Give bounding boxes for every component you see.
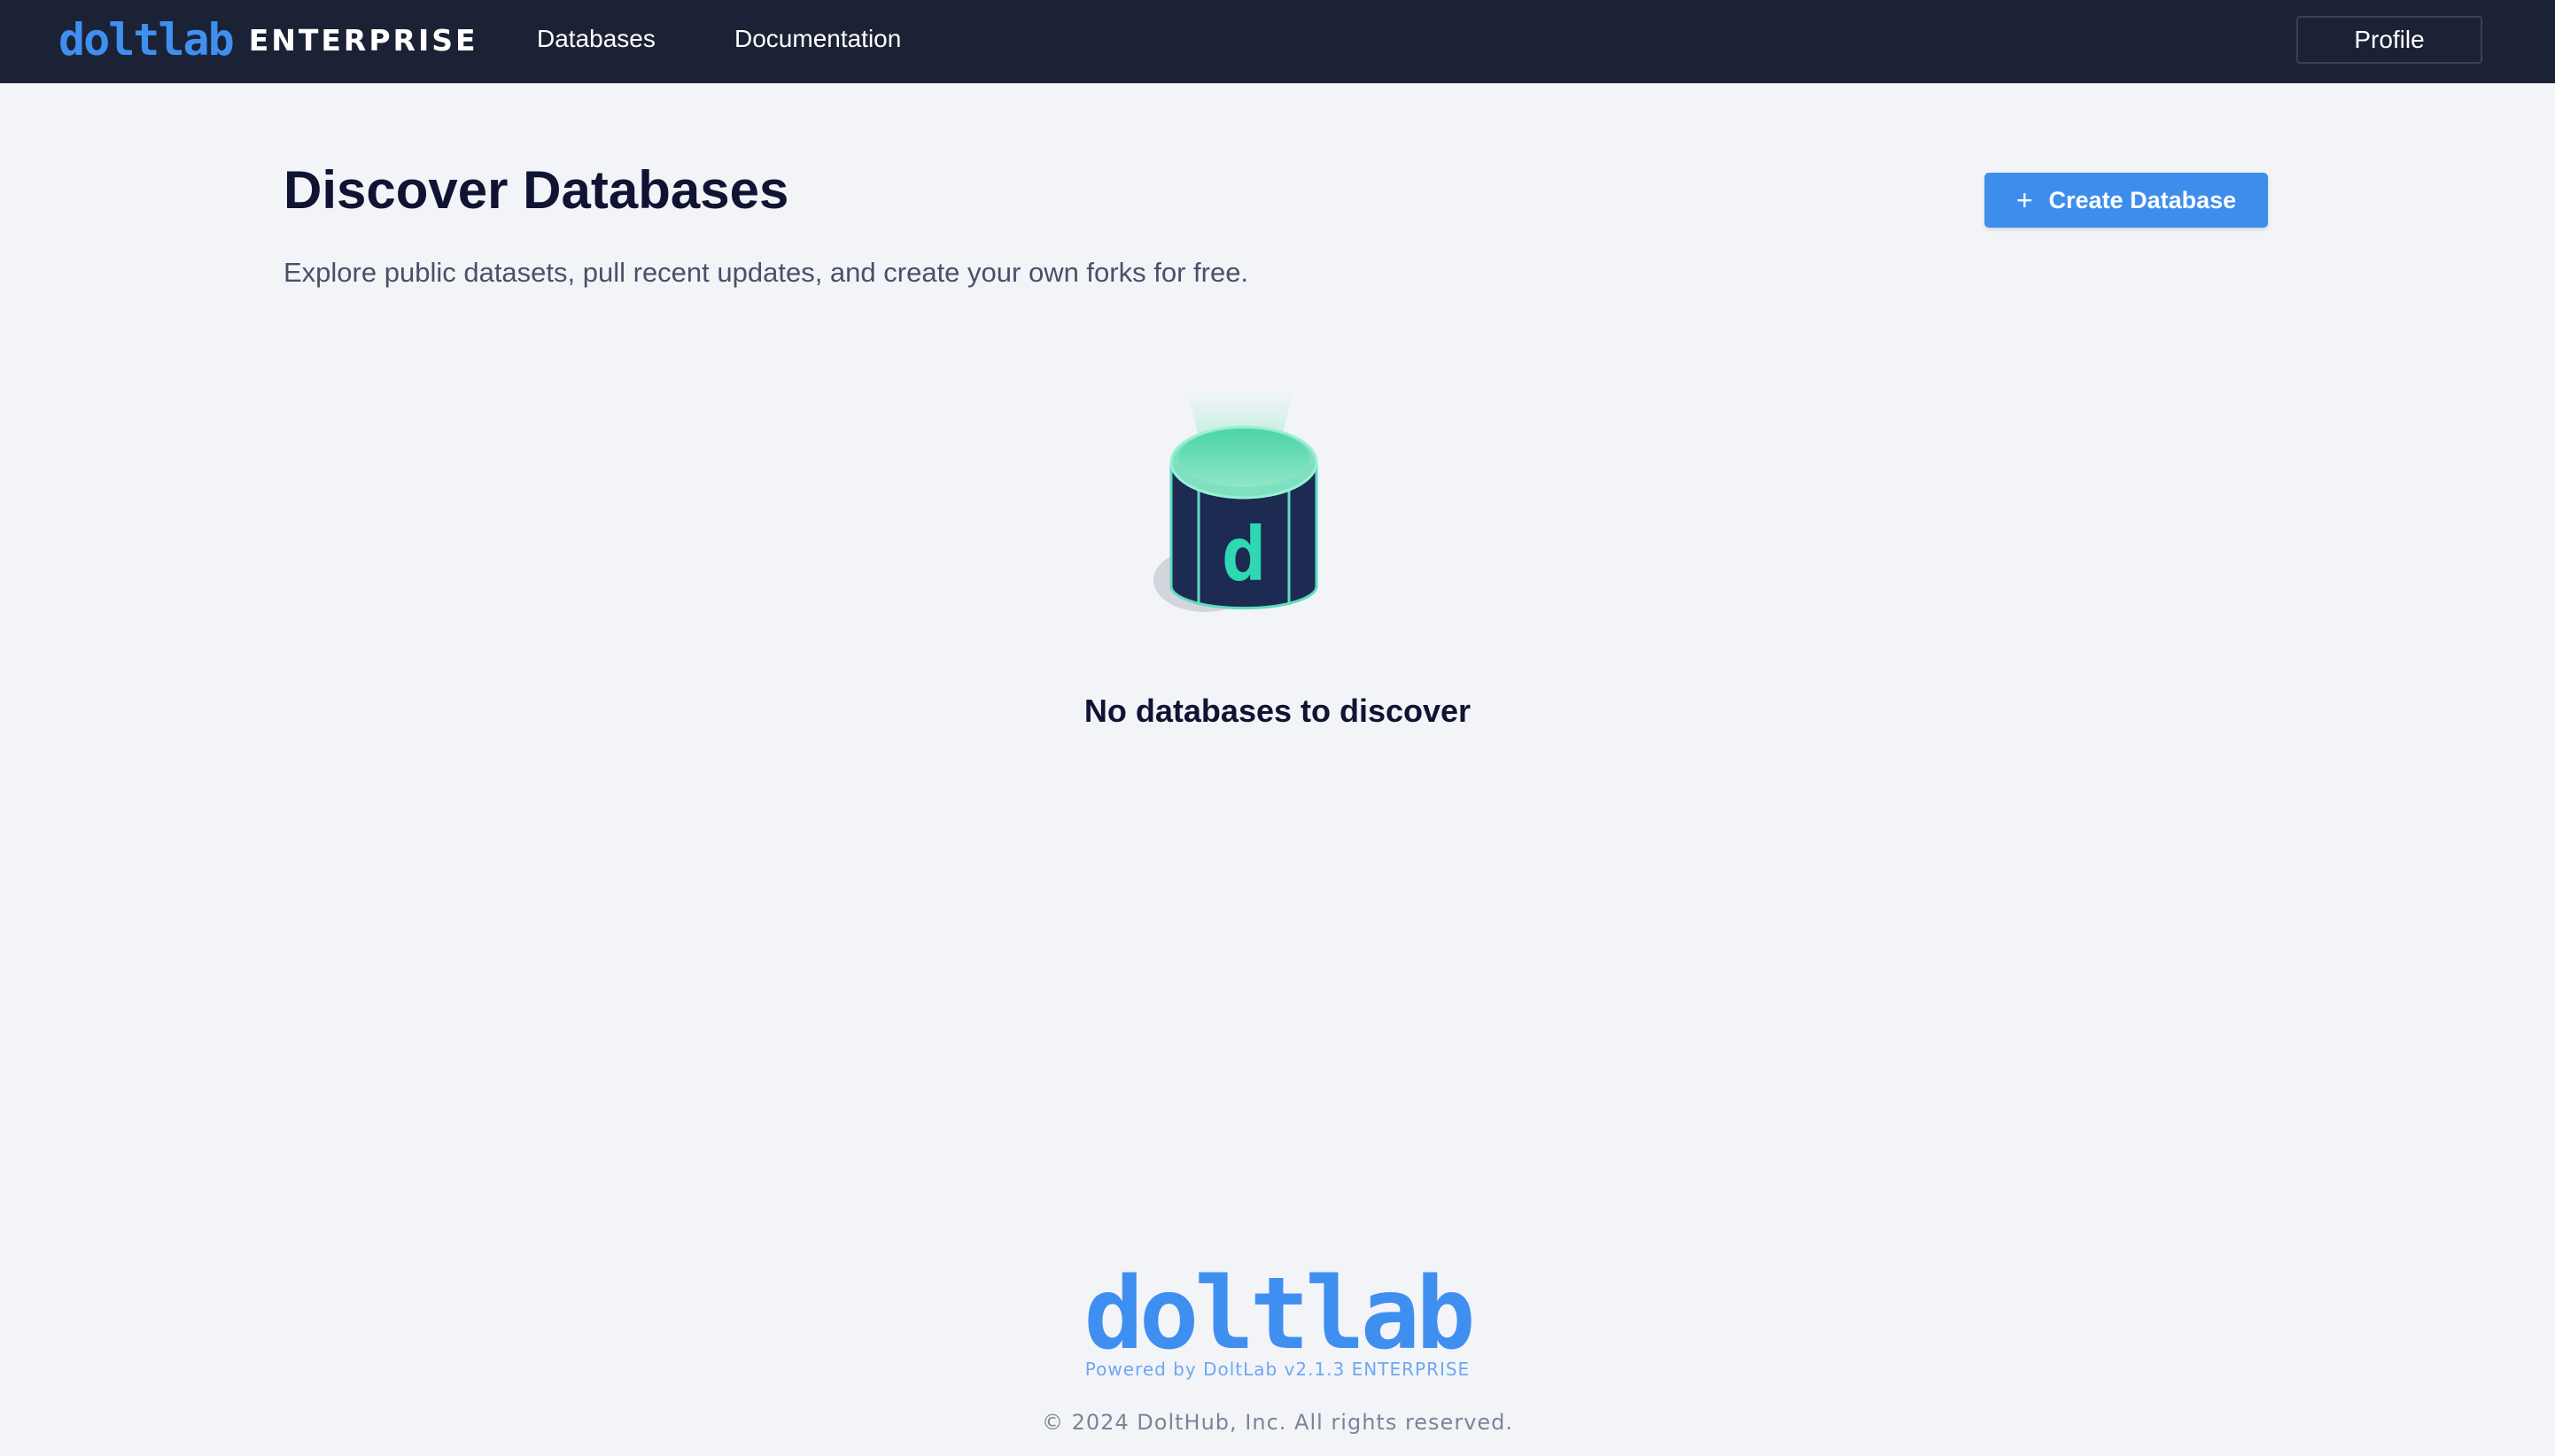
plus-icon: + [2015, 184, 2033, 216]
footer-logo: doltlab [1083, 1257, 1475, 1372]
footer-powered-by: Powered by DoltLab v2.1.3 ENTERPRISE [1084, 1359, 1471, 1380]
database-glyph: d [1222, 511, 1267, 598]
top-navbar: doltlab ENTERPRISE Databases Documentati… [0, 0, 2555, 83]
footer-copyright: © 2024 DoltHub, Inc. All rights reserved… [1041, 1410, 1514, 1435]
create-database-button[interactable]: + Create Database [1984, 173, 2268, 228]
nav-databases[interactable]: Databases [537, 25, 656, 53]
cylinder-top [1178, 429, 1309, 487]
page-subtitle: Explore public datasets, pull recent upd… [283, 257, 1249, 288]
page-title: Discover Databases [283, 160, 789, 220]
empty-state-message: No databases to discover [1083, 693, 1472, 729]
logo-wordmark: doltlab [58, 14, 235, 66]
database-icon: d [1134, 390, 1391, 655]
nav-documentation[interactable]: Documentation [734, 25, 901, 53]
profile-button[interactable]: Profile [2296, 16, 2482, 64]
create-database-label: Create Database [2048, 186, 2237, 213]
logo-edition: ENTERPRISE [248, 22, 478, 58]
doltlab-logo[interactable]: doltlab ENTERPRISE [58, 18, 478, 62]
